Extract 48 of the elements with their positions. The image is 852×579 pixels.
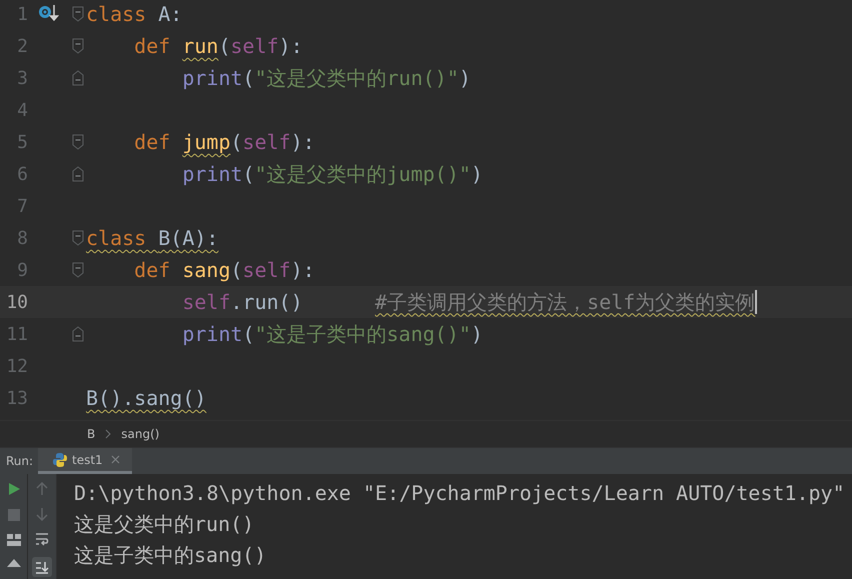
line-number: 2 bbox=[16, 36, 28, 56]
console-line: D:\python3.8\python.exe "E:/PycharmProjects/Learn AUTO/test1.py" bbox=[74, 480, 846, 507]
layout-icon[interactable] bbox=[6, 534, 20, 546]
python-icon bbox=[52, 452, 68, 468]
line-number: 5 bbox=[16, 132, 28, 152]
soft-wrap-icon[interactable] bbox=[35, 532, 49, 546]
run-tab[interactable]: test1 bbox=[38, 448, 132, 474]
line-number: 7 bbox=[16, 196, 28, 216]
pin-icon[interactable] bbox=[6, 559, 20, 567]
code-line: print("这是父类中的jump()") bbox=[181, 160, 483, 188]
code-line: self.run() #子类调用父类的方法，self为父类的实例 bbox=[181, 288, 756, 316]
line-number: 13 bbox=[5, 388, 28, 408]
line-number: 11 bbox=[5, 324, 28, 344]
code-line: B().sang() bbox=[86, 386, 206, 410]
line-number: 3 bbox=[16, 68, 28, 88]
code-line: print("这是子类中的sang()") bbox=[181, 320, 483, 348]
code-line: print("这是父类中的run()") bbox=[181, 64, 471, 92]
run-icon[interactable] bbox=[6, 482, 20, 496]
close-icon[interactable] bbox=[110, 455, 120, 464]
fold-icon[interactable] bbox=[72, 134, 84, 150]
code-line: def sang(self): bbox=[133, 258, 315, 282]
run-label: Run: bbox=[5, 454, 34, 468]
code-line: class A: bbox=[86, 2, 182, 26]
line-number: 12 bbox=[5, 356, 28, 376]
console-line: 这是子类中的sang() bbox=[74, 542, 268, 569]
code-line: class B(A): bbox=[86, 226, 218, 250]
fold-icon[interactable] bbox=[72, 70, 84, 86]
fold-icon[interactable] bbox=[72, 166, 84, 182]
override-marker-icon[interactable] bbox=[39, 4, 59, 24]
line-number: 4 bbox=[16, 100, 28, 120]
line-number: 9 bbox=[16, 260, 28, 280]
console-line: 这是父类中的run() bbox=[74, 511, 256, 538]
scroll-to-end-button[interactable] bbox=[32, 557, 52, 577]
line-number: 8 bbox=[16, 228, 28, 248]
line-number: 6 bbox=[16, 164, 28, 184]
line-number: 1 bbox=[16, 4, 28, 24]
breadcrumb-item[interactable]: sang() bbox=[121, 427, 160, 441]
code-line: def jump(self): bbox=[133, 130, 315, 154]
fold-icon[interactable] bbox=[72, 230, 84, 246]
fold-icon[interactable] bbox=[72, 38, 84, 54]
code-line: def run(self): bbox=[133, 34, 303, 58]
fold-icon[interactable] bbox=[72, 262, 84, 278]
line-number: 10 bbox=[5, 292, 28, 312]
fold-icon[interactable] bbox=[72, 6, 84, 22]
text-caret bbox=[755, 290, 758, 314]
fold-icon[interactable] bbox=[72, 326, 84, 342]
chevron-icon bbox=[105, 429, 112, 439]
breadcrumb-item[interactable]: B bbox=[87, 427, 96, 441]
